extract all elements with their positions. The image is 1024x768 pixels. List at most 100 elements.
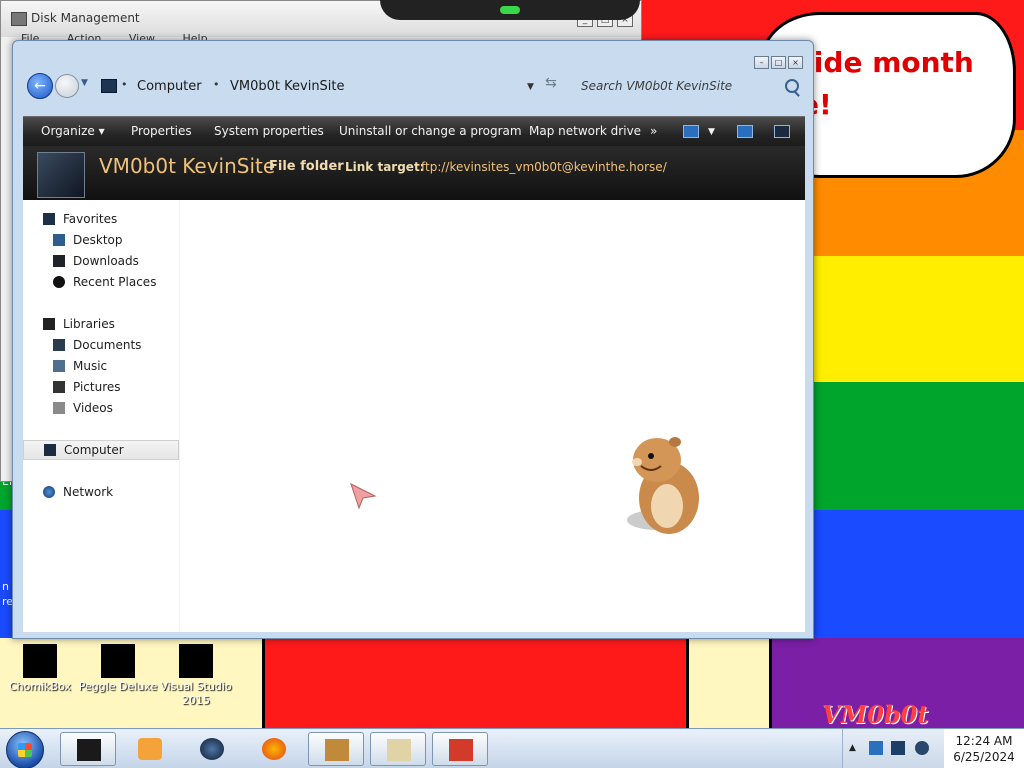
link-target-value: ftp://kevinsites_vm0b0t@kevinthe.horse/ [421,160,667,174]
breadcrumb-separator-icon[interactable]: • [213,78,220,91]
folder-title: VM0b0t KevinSite [99,154,276,178]
network-globe-icon [43,486,55,498]
chevron-down-icon: ▾ [98,124,105,138]
uninstall-program-button[interactable]: Uninstall or change a program [339,124,522,138]
media-player-icon [138,738,162,760]
downloads-icon [53,255,65,267]
close-button[interactable]: × [788,56,803,69]
nav-label: Computer [64,443,124,457]
volume-icon[interactable] [915,741,929,755]
refresh-icon[interactable]: ⇆ [545,75,557,91]
nav-label: Documents [73,338,142,352]
taskbar-toolbox-app[interactable] [432,732,488,766]
forward-button[interactable] [55,74,79,98]
organize-label: Organize [41,124,95,138]
recent-pages-dropdown[interactable]: ▼ [81,78,88,88]
folder-details-header: VM0b0t KevinSite File folder Link target… [23,146,805,201]
window-controls: – □ × [752,50,803,69]
chomikbox-icon [325,739,349,761]
taskbar-explorer[interactable] [60,732,116,766]
speech-bubble-text: ride month e! [800,46,974,121]
breadcrumb-separator-icon[interactable]: • [121,78,128,91]
link-target-label: Link target: [345,160,425,174]
taskbar: ▲ 12:24 AM 6/25/2024 [0,728,1024,768]
tray-app-icon[interactable] [869,741,883,755]
desktop-icon [53,234,65,246]
explorer-window[interactable]: – □ × ← ▼ • Computer • VM0b0t KevinSite ▼ … [12,40,814,639]
documents-icon [53,339,65,351]
search-placeholder: Search VM0b0t KevinSite [581,79,733,93]
pictures-icon [53,381,65,393]
taskbar-globe-app[interactable] [184,732,240,766]
explorer-icon [77,739,101,761]
videos-icon [53,402,65,414]
toolbox-icon [449,739,473,761]
favorites-star-icon [43,213,55,225]
desktop-icon-visual-studio[interactable]: Visual Studio 2015 [156,640,236,708]
organize-button[interactable]: Organize ▾ [41,124,105,138]
nav-label: Libraries [63,317,115,331]
breadcrumb-current-folder[interactable]: VM0b0t KevinSite [230,79,345,94]
desktop-icon-label: Visual Studio 2015 [160,680,232,707]
taskbar-clock[interactable]: 12:24 AM 6/25/2024 [944,729,1024,768]
folder-type: File folder [269,159,344,174]
hamster-desktop-pet[interactable] [617,432,709,542]
taskbar-media-player[interactable] [122,732,178,766]
chomikbox-icon [23,644,57,678]
nav-label: Pictures [73,380,121,394]
folder-content[interactable]: Favorites Desktop Downloads Recent Place… [23,200,805,632]
search-icon[interactable] [785,79,799,93]
visual-studio-icon [179,644,213,678]
system-properties-button[interactable]: System properties [214,124,324,138]
globe-icon [200,738,224,760]
desktop-text-fragment: n [2,580,9,593]
firefox-icon [262,738,286,760]
nav-label: Desktop [73,233,123,247]
help-icon[interactable] [774,125,790,138]
address-bar[interactable]: • Computer • VM0b0t KevinSite ▼ [93,73,537,99]
desktop-icon-label: Peggle Deluxe [78,680,158,693]
address-dropdown-icon[interactable]: ▼ [527,82,534,92]
view-options-dropdown-icon[interactable]: ▼ [708,127,715,137]
clock-date: 6/25/2024 [953,750,1015,764]
computer-icon [101,79,117,93]
show-hidden-icons-icon[interactable]: ▲ [849,743,856,753]
nav-computer[interactable]: Computer [23,440,179,460]
nav-label: Videos [73,401,113,415]
desktop-icon-chomikbox[interactable]: ChomikBox [0,640,80,694]
green-light-icon [500,6,520,14]
preview-pane-icon[interactable] [737,125,753,138]
properties-button[interactable]: Properties [131,124,192,138]
taskbar-chomikbox[interactable] [308,732,364,766]
disk-management-icon [387,739,411,761]
nav-label: Downloads [73,254,139,268]
map-network-drive-button[interactable]: Map network drive [529,124,641,138]
taskbar-disk-management[interactable] [370,732,426,766]
desktop-icon-peggle[interactable]: Peggle Deluxe [78,640,158,694]
breadcrumb-computer[interactable]: Computer [137,79,202,94]
back-button[interactable]: ← [27,73,53,99]
search-input[interactable]: Search VM0b0t KevinSite [567,73,803,99]
navigation-bar: ← ▼ • Computer • VM0b0t KevinSite ▼ ⇆ Se… [25,69,803,105]
nav-label: Music [73,359,108,373]
computer-icon [44,444,56,456]
change-view-icon[interactable] [683,125,699,138]
peggle-icon [101,644,135,678]
taskbar-firefox[interactable] [246,732,302,766]
wallpaper-logo: VM0b0t [822,700,929,728]
network-location-icon [37,152,85,198]
network-status-icon[interactable] [891,741,905,755]
nav-label: Favorites [63,212,118,226]
wallpaper-art-right [686,638,772,728]
mouse-cursor-icon [350,483,377,510]
command-bar: Organize ▾ Properties System properties … [23,116,805,147]
start-button[interactable] [6,731,44,768]
desktop-icon-label: ChomikBox [9,680,71,693]
more-commands-button[interactable]: » [650,124,657,138]
disk-management-icon [11,12,27,26]
navigation-pane: Favorites Desktop Downloads Recent Place… [23,200,180,632]
maximize-button[interactable]: □ [771,56,786,69]
minimize-button[interactable]: – [754,56,769,69]
wallpaper-art-middle [262,638,695,728]
system-tray: ▲ [842,729,945,768]
